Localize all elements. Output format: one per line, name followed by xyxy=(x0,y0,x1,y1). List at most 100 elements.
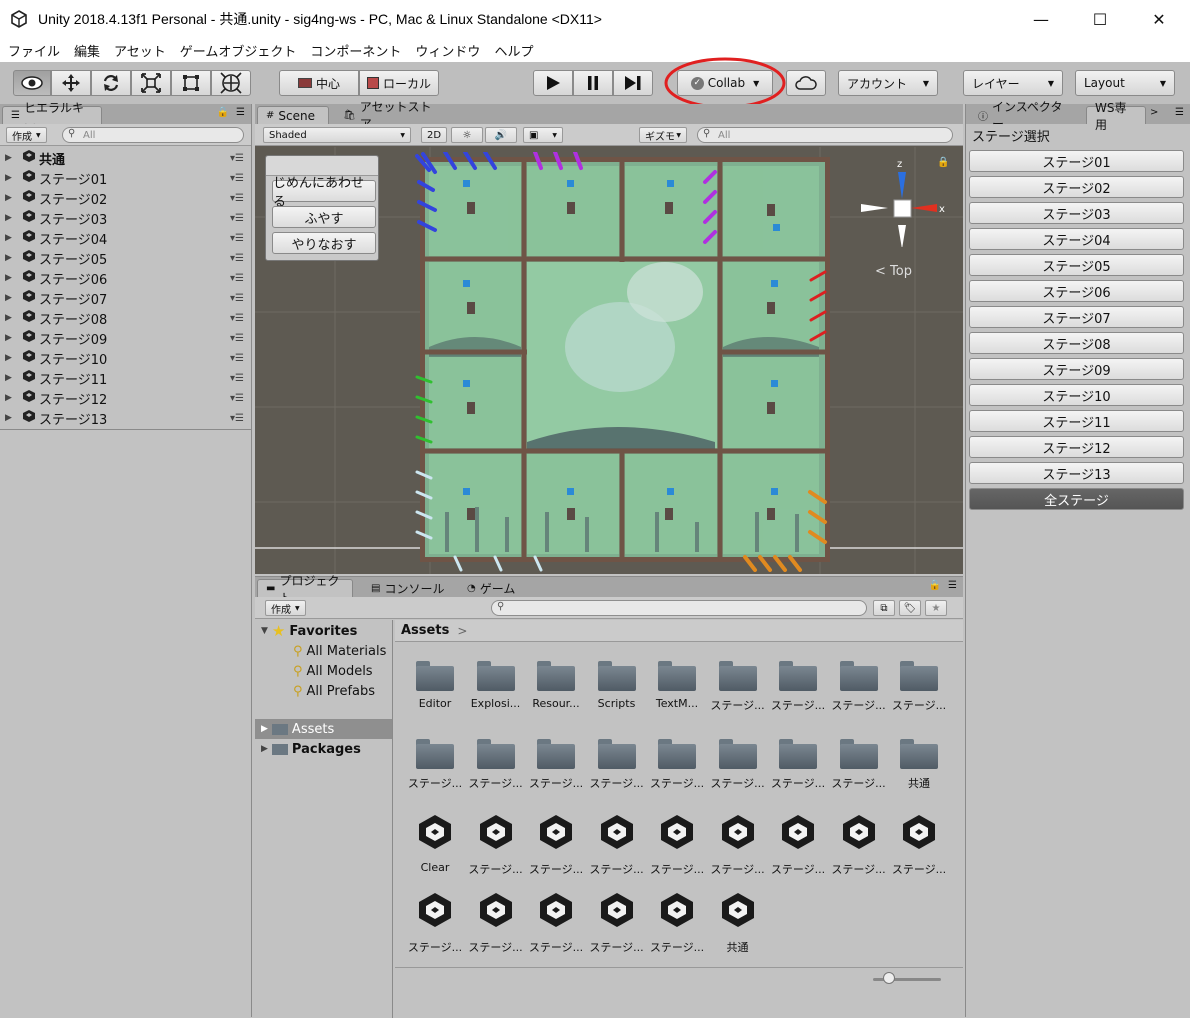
expand-arrow-icon[interactable]: ▶ xyxy=(5,273,15,283)
asset-folder[interactable]: Resour... xyxy=(526,653,586,723)
expand-arrow-icon[interactable]: ▶ xyxy=(5,153,15,163)
pause-button[interactable] xyxy=(573,70,613,96)
hierarchy-item[interactable]: ▶ ステージ07 ▾☰ xyxy=(0,288,250,308)
item-menu-icon[interactable]: ▾☰ xyxy=(230,353,244,364)
stage-button[interactable]: ステージ05 xyxy=(969,254,1184,276)
expand-arrow-icon[interactable]: ▶ xyxy=(5,353,15,363)
close-button[interactable]: ✕ xyxy=(1136,0,1182,38)
expand-arrow-icon[interactable]: ▶ xyxy=(5,233,15,243)
view-label[interactable]: < Top xyxy=(875,264,912,279)
menu-file[interactable]: ファイル xyxy=(8,41,60,60)
cloud-button[interactable] xyxy=(786,70,826,96)
hand-tool-button[interactable] xyxy=(13,70,51,96)
effects-dropdown[interactable]: ▣ ▼ xyxy=(523,127,563,143)
tab-asset-store[interactable]: 🛍 アセットストア xyxy=(335,100,445,131)
asset-folder[interactable]: 共通 xyxy=(889,731,949,801)
asset-folder[interactable]: ステージ... xyxy=(829,731,889,801)
item-menu-icon[interactable]: ▾☰ xyxy=(230,253,244,264)
orientation-gizmo[interactable]: z x xyxy=(855,157,949,247)
filter-label-button[interactable]: 🏷 xyxy=(899,600,921,616)
tab-hierarchy[interactable]: ☰ ヒエラルキー xyxy=(2,101,102,132)
chevron-right-icon[interactable]: > xyxy=(1150,107,1158,118)
expand-arrow-icon[interactable]: ▶ xyxy=(5,413,15,423)
asset-folder[interactable]: ステージ... xyxy=(466,731,526,801)
pivot-toggle-button[interactable]: 中心 xyxy=(279,70,359,96)
stage-button[interactable]: ステージ11 xyxy=(969,410,1184,432)
stage-button[interactable]: ステージ02 xyxy=(969,176,1184,198)
stage-button[interactable]: ステージ13 xyxy=(969,462,1184,484)
asset-folder[interactable]: Editor xyxy=(405,653,465,723)
tab-console[interactable]: ▤ コンソール xyxy=(363,579,455,597)
item-menu-icon[interactable]: ▾☰ xyxy=(230,373,244,384)
asset-scene[interactable]: ステージ... xyxy=(405,886,465,956)
item-menu-icon[interactable]: ▾☰ xyxy=(230,393,244,404)
favorite-button[interactable]: ★ xyxy=(925,600,947,616)
panel-menu-icon[interactable]: ☰ xyxy=(948,580,957,591)
filter-type-button[interactable]: ⧉ xyxy=(873,600,895,616)
hierarchy-item[interactable]: ▶ ステージ04 ▾☰ xyxy=(0,228,250,248)
item-menu-icon[interactable]: ▾☰ xyxy=(230,413,244,424)
lock-icon[interactable]: 🔒 xyxy=(937,157,949,168)
expand-arrow-icon[interactable]: ▶ xyxy=(5,193,15,203)
asset-scene[interactable]: ステージ... xyxy=(829,808,889,878)
menu-assets[interactable]: アセット xyxy=(114,41,166,60)
hierarchy-item[interactable]: ▶ ステージ01 ▾☰ xyxy=(0,168,250,188)
scale-tool-button[interactable] xyxy=(131,70,171,96)
hierarchy-item[interactable]: ▶ ステージ05 ▾☰ xyxy=(0,248,250,268)
hierarchy-item[interactable]: ▶ ステージ03 ▾☰ xyxy=(0,208,250,228)
scene-search-input[interactable]: ⚲ All xyxy=(697,127,953,143)
account-dropdown[interactable]: アカウント ▼ xyxy=(838,70,938,96)
menu-window[interactable]: ウィンドウ xyxy=(415,41,480,60)
stage-button[interactable]: ステージ09 xyxy=(969,358,1184,380)
stage-button[interactable]: ステージ06 xyxy=(969,280,1184,302)
lock-icon[interactable]: 🔒 xyxy=(217,107,229,118)
tab-project[interactable]: ▬ プロジェクト xyxy=(257,574,353,605)
hierarchy-item[interactable]: ▶ 共通 ▾☰ xyxy=(0,148,250,168)
expand-arrow-icon[interactable]: ▶ xyxy=(5,173,15,183)
asset-folder[interactable]: Scripts xyxy=(587,653,647,723)
menu-edit[interactable]: 編集 xyxy=(74,41,100,60)
rotate-tool-button[interactable] xyxy=(91,70,131,96)
expand-arrow-icon[interactable]: ▶ xyxy=(5,373,15,383)
menu-component[interactable]: コンポーネント xyxy=(310,41,401,60)
favorite-item[interactable]: ⚲ All Materials xyxy=(293,641,386,661)
panel-menu-icon[interactable]: ☰ xyxy=(1175,107,1184,118)
item-menu-icon[interactable]: ▾☰ xyxy=(230,313,244,324)
favorite-item[interactable]: ⚲ All Models xyxy=(293,661,373,681)
item-menu-icon[interactable]: ▾☰ xyxy=(230,233,244,244)
stage-button[interactable]: ステージ01 xyxy=(969,150,1184,172)
step-button[interactable] xyxy=(613,70,653,96)
expand-arrow-icon[interactable]: ▶ xyxy=(5,333,15,343)
packages-root-item[interactable]: ▶ Packages xyxy=(261,739,361,759)
asset-folder[interactable]: ステージ... xyxy=(708,653,768,723)
item-menu-icon[interactable]: ▾☰ xyxy=(230,213,244,224)
stage-button[interactable]: ステージ10 xyxy=(969,384,1184,406)
mode-2d-toggle[interactable]: 2D xyxy=(421,127,448,143)
asset-folder[interactable]: ステージ... xyxy=(405,731,465,801)
hierarchy-item[interactable]: ▶ ステージ02 ▾☰ xyxy=(0,188,250,208)
stage-button[interactable]: ステージ04 xyxy=(969,228,1184,250)
maximize-button[interactable]: ☐ xyxy=(1077,0,1123,38)
item-menu-icon[interactable]: ▾☰ xyxy=(230,173,244,184)
expand-arrow-icon[interactable]: ▶ xyxy=(5,213,15,223)
space-toggle-button[interactable]: ローカル xyxy=(359,70,439,96)
menu-gameobject[interactable]: ゲームオブジェクト xyxy=(180,41,297,60)
stage-button[interactable]: ステージ07 xyxy=(969,306,1184,328)
rect-tool-button[interactable] xyxy=(171,70,211,96)
hierarchy-item[interactable]: ▶ ステージ10 ▾☰ xyxy=(0,348,250,368)
asset-scene[interactable]: ステージ... xyxy=(526,886,586,956)
asset-folder[interactable]: ステージ... xyxy=(587,731,647,801)
lighting-toggle[interactable]: ☼ xyxy=(451,127,483,143)
asset-folder[interactable]: Explosi... xyxy=(466,653,526,723)
menu-help[interactable]: ヘルプ xyxy=(494,41,533,60)
hierarchy-item[interactable]: ▶ ステージ08 ▾☰ xyxy=(0,308,250,328)
transform-tool-button[interactable] xyxy=(211,70,251,96)
favorites-item[interactable]: ▼ ★ Favorites xyxy=(261,621,357,641)
hierarchy-item[interactable]: ▶ ステージ13 ▾☰ xyxy=(0,408,250,428)
expand-arrow-icon[interactable]: ▶ xyxy=(5,393,15,403)
asset-scene[interactable]: Clear xyxy=(405,808,465,878)
asset-scene[interactable]: ステージ... xyxy=(526,808,586,878)
asset-scene[interactable]: ステージ... xyxy=(466,886,526,956)
asset-scene[interactable]: ステージ... xyxy=(587,886,647,956)
add-button[interactable]: ふやす xyxy=(272,206,376,228)
